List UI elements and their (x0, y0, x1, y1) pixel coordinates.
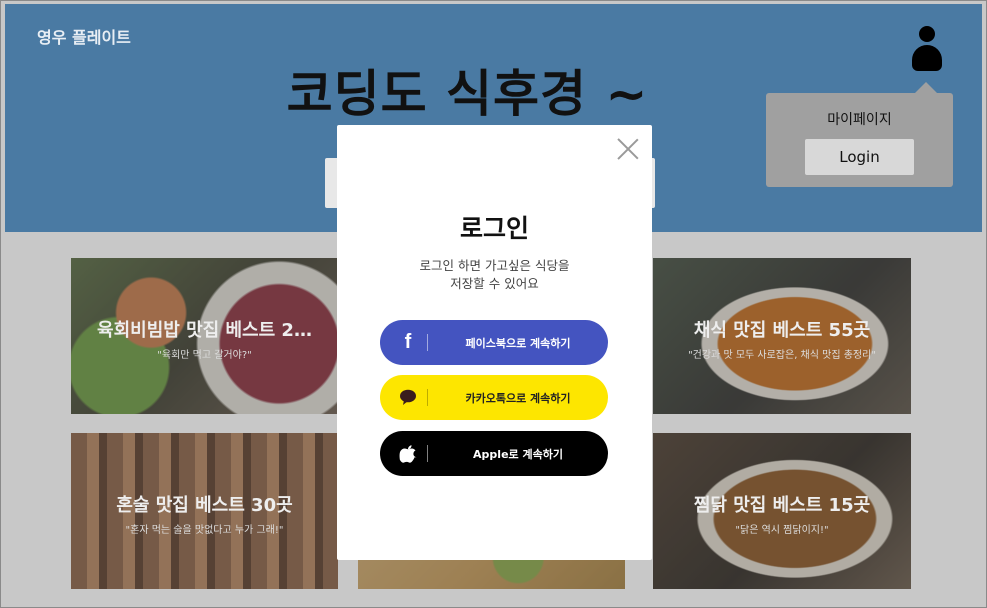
user-icon-body (912, 45, 942, 71)
modal-description: 로그인 하면 가고싶은 식당을 저장할 수 있어요 (337, 257, 652, 293)
modal-desc-line-2: 저장할 수 있어요 (450, 276, 539, 291)
card-jjimdak[interactable]: 찜닭 맛집 베스트 15곳 "닭은 역시 찜닭이지!" (653, 433, 911, 589)
user-icon[interactable] (912, 26, 942, 72)
kakao-login-button[interactable]: 카카오톡으로 계속하기 (380, 375, 608, 420)
login-button[interactable]: Login (805, 139, 914, 175)
card-subtitle: "건강과 맛 모두 사로잡은, 채식 맛집 총정리" (688, 350, 876, 361)
card-yukhoe[interactable]: 육회비빔밥 맛집 베스트 2… "육회만 먹고 갈거야?" (71, 258, 338, 414)
apple-login-button[interactable]: Apple로 계속하기 (380, 431, 608, 476)
facebook-icon: f (404, 331, 412, 353)
app-window: 영우 플레이트 코딩도 식후경 ~ 마이페이지 Login 육회비빔밥 맛집 베… (0, 0, 987, 608)
modal-desc-line-1: 로그인 하면 가고싶은 식당을 (419, 258, 570, 273)
close-icon[interactable] (617, 138, 639, 160)
kakao-login-label: 카카오톡으로 계속하기 (465, 392, 571, 405)
card-vegan[interactable]: 채식 맛집 베스트 55곳 "건강과 맛 모두 사로잡은, 채식 맛집 총정리" (653, 258, 911, 414)
card-subtitle: "닭은 역시 찜닭이지!" (735, 525, 829, 536)
mypage-link[interactable]: 마이페이지 (766, 109, 953, 129)
facebook-login-button[interactable]: f 페이스북으로 계속하기 (380, 320, 608, 365)
apple-login-label: Apple로 계속하기 (473, 448, 563, 461)
facebook-login-label: 페이스북으로 계속하기 (465, 337, 571, 350)
card-title: 찜닭 맛집 베스트 15곳 (693, 495, 871, 516)
kakao-icon (397, 386, 419, 408)
modal-title: 로그인 (459, 214, 529, 243)
card-title: 혼술 맛집 베스트 30곳 (116, 495, 293, 516)
card-title: 육회비빔밥 맛집 베스트 2… (97, 320, 312, 341)
brand-logo[interactable]: 영우 플레이트 (37, 24, 131, 48)
card-title: 채식 맛집 베스트 55곳 (693, 320, 871, 341)
login-modal: 로그인 로그인 하면 가고싶은 식당을 저장할 수 있어요 f 페이스북으로 계… (337, 125, 652, 560)
user-icon-head (919, 26, 935, 42)
card-subtitle: "육회만 먹고 갈거야?" (157, 350, 252, 361)
card-subtitle: "혼자 먹는 술을 맛없다고 누가 그래!" (125, 525, 284, 536)
apple-icon (397, 442, 419, 464)
card-honsul[interactable]: 혼술 맛집 베스트 30곳 "혼자 먹는 술을 맛없다고 누가 그래!" (71, 433, 338, 589)
user-menu-popover: 마이페이지 Login (766, 82, 953, 187)
